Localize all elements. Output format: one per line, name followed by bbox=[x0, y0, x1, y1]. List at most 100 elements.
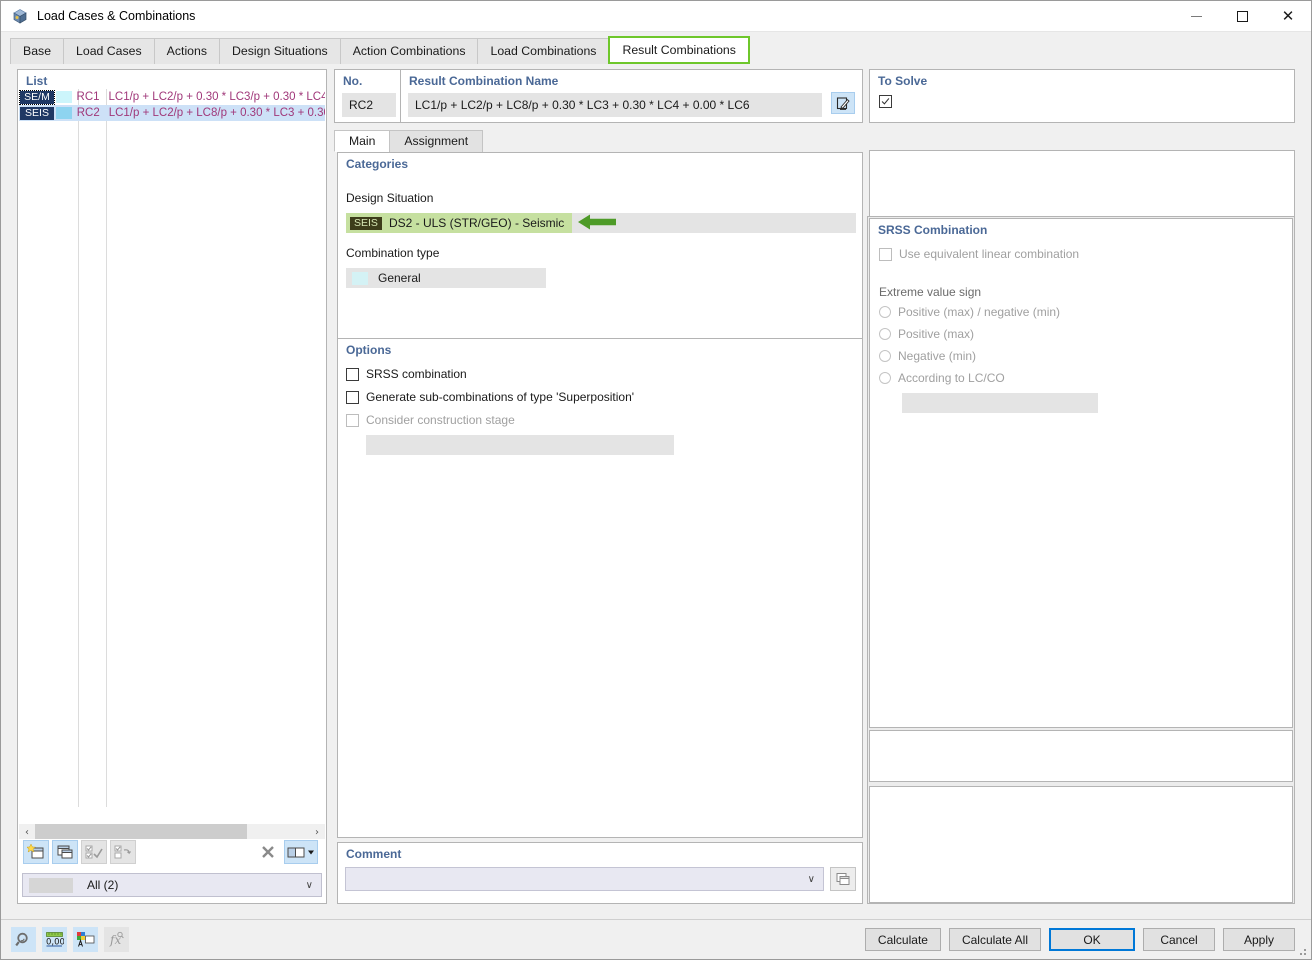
srss-combination-option[interactable]: SRSS combination bbox=[346, 367, 467, 381]
row-formula: LC1/p + LC2/p + 0.30 * LC3/p + 0.30 * LC… bbox=[108, 91, 325, 103]
minimize-button[interactable] bbox=[1173, 1, 1219, 32]
window-title: Load Cases & Combinations bbox=[37, 9, 196, 23]
chevron-down-icon[interactable]: ∨ bbox=[306, 880, 313, 891]
number-value: RC2 bbox=[342, 93, 396, 117]
extreme-value-positive-negative-label: Positive (max) / negative (min) bbox=[898, 305, 1061, 319]
tab-load-combinations[interactable]: Load Combinations bbox=[477, 38, 610, 64]
result-combination-name-legend: Result Combination Name bbox=[409, 74, 559, 88]
use-equivalent-linear-combination-checkbox bbox=[879, 247, 892, 261]
design-situation-field[interactable]: SEIS DS2 - ULS (STR/GEO) - Seismic bbox=[346, 213, 856, 233]
list-filter-dropdown[interactable]: All (2) ∨ bbox=[22, 873, 322, 897]
detail-tab-strip: Main Assignment bbox=[334, 130, 863, 152]
options-legend: Options bbox=[346, 343, 392, 357]
number-panel: No. RC2 bbox=[334, 69, 404, 123]
calculate-button[interactable]: Calculate bbox=[864, 928, 941, 951]
copy-combination-button[interactable] bbox=[52, 840, 78, 864]
list-horizontal-scrollbar[interactable]: ‹ › bbox=[19, 824, 325, 840]
new-combination-button[interactable] bbox=[23, 840, 49, 864]
pointer-arrow-icon bbox=[578, 213, 618, 234]
table-row[interactable]: SEIS RC2 LC1/p + LC2/p + LC8/p + 0.30 * … bbox=[19, 105, 325, 121]
extreme-value-according-lcco-option: According to LC/CO bbox=[879, 371, 1005, 385]
to-solve-checkbox[interactable] bbox=[879, 95, 892, 108]
srss-combination-label: SRSS combination bbox=[366, 367, 467, 381]
srss-combination-checkbox[interactable] bbox=[346, 367, 359, 381]
list-legend: List bbox=[26, 74, 48, 88]
delete-button[interactable] bbox=[255, 840, 281, 864]
app-cube-icon bbox=[11, 7, 29, 25]
chevron-down-icon[interactable]: ∨ bbox=[808, 874, 815, 885]
scrollbar-track[interactable] bbox=[35, 824, 309, 840]
combination-type-field[interactable]: General bbox=[346, 268, 546, 288]
tab-main[interactable]: Main bbox=[334, 130, 391, 152]
formula-fx-icon: fx bbox=[104, 927, 129, 952]
result-combination-name-input[interactable]: LC1/p + LC2/p + LC8/p + 0.30 * LC3 + 0.3… bbox=[408, 93, 822, 117]
according-lcco-field bbox=[902, 393, 1098, 413]
extreme-value-sign-label: Extreme value sign bbox=[879, 285, 982, 299]
use-equivalent-linear-combination-option: Use equivalent linear combination bbox=[879, 247, 1079, 261]
units-decimal-icon[interactable]: 0,00 bbox=[42, 927, 67, 952]
resize-grip[interactable] bbox=[1296, 945, 1308, 957]
apply-button[interactable]: Apply bbox=[1223, 928, 1295, 951]
combination-type-value: General bbox=[378, 271, 421, 285]
select-all-button bbox=[81, 840, 107, 864]
tab-action-combinations[interactable]: Action Combinations bbox=[339, 38, 479, 64]
combination-type-label: Combination type bbox=[346, 246, 440, 260]
tab-base[interactable]: Base bbox=[10, 38, 65, 64]
tab-assignment[interactable]: Assignment bbox=[389, 130, 484, 152]
comment-copy-button[interactable] bbox=[830, 867, 856, 891]
extreme-value-positive-radio bbox=[879, 328, 891, 340]
row-number: RC2 bbox=[76, 107, 100, 119]
bottom-bar: 0,00 fx Calculate Calculate All OK Cance… bbox=[1, 919, 1311, 959]
generate-subcombinations-checkbox[interactable] bbox=[346, 390, 359, 404]
extreme-value-positive-option: Positive (max) bbox=[879, 327, 974, 341]
bottom-icon-group: 0,00 fx bbox=[11, 927, 129, 952]
to-solve-panel: To Solve bbox=[869, 69, 1295, 123]
edit-name-button[interactable] bbox=[831, 92, 855, 114]
maximize-button[interactable] bbox=[1219, 1, 1265, 32]
consider-construction-stage-option: Consider construction stage bbox=[346, 413, 515, 427]
generate-subcombinations-option[interactable]: Generate sub-combinations of type 'Super… bbox=[346, 390, 634, 404]
row-number: RC1 bbox=[76, 91, 100, 103]
combinations-grid[interactable]: SE/M RC1 LC1/p + LC2/p + 0.30 * LC3/p + … bbox=[19, 89, 325, 807]
design-situation-badge: SEIS bbox=[350, 216, 382, 230]
extreme-value-positive-negative-radio bbox=[879, 306, 891, 318]
extreme-value-according-lcco-label: According to LC/CO bbox=[898, 371, 1005, 385]
ok-button[interactable]: OK bbox=[1049, 928, 1135, 951]
consider-construction-stage-checkbox bbox=[346, 413, 359, 427]
design-situation-badge: SEIS bbox=[20, 106, 54, 120]
close-button[interactable]: ✕ bbox=[1265, 1, 1311, 32]
options-panel: Options SRSS combination Generate sub-co… bbox=[337, 338, 863, 838]
extreme-value-positive-negative-option: Positive (max) / negative (min) bbox=[879, 305, 1060, 319]
extreme-value-negative-label: Negative (min) bbox=[898, 349, 977, 363]
tab-load-cases[interactable]: Load Cases bbox=[63, 38, 155, 64]
combination-type-swatch bbox=[352, 271, 368, 285]
calculate-all-button[interactable]: Calculate All bbox=[948, 928, 1041, 951]
scroll-left-icon[interactable]: ‹ bbox=[19, 824, 35, 840]
design-situation-value: DS2 - ULS (STR/GEO) - Seismic bbox=[388, 216, 565, 230]
extreme-value-negative-radio bbox=[879, 350, 891, 362]
number-legend: No. bbox=[343, 74, 363, 88]
srss-outer-frame: SRSS Combination Use equivalent linear c… bbox=[867, 216, 1295, 904]
comment-input[interactable]: ∨ bbox=[345, 867, 824, 891]
cancel-button[interactable]: Cancel bbox=[1143, 928, 1215, 951]
extreme-value-according-lcco-radio bbox=[879, 372, 891, 384]
extreme-value-negative-option: Negative (min) bbox=[879, 349, 976, 363]
scroll-right-icon[interactable]: › bbox=[309, 824, 325, 840]
view-layout-button[interactable] bbox=[284, 840, 318, 864]
result-combination-name-panel: Result Combination Name LC1/p + LC2/p + … bbox=[400, 69, 863, 123]
tab-actions[interactable]: Actions bbox=[153, 38, 220, 64]
row-color-swatch bbox=[56, 91, 72, 103]
grid-column-separator-2 bbox=[106, 89, 107, 807]
table-row[interactable]: SE/M RC1 LC1/p + LC2/p + 0.30 * LC3/p + … bbox=[19, 89, 325, 105]
magnifier-icon[interactable] bbox=[11, 927, 36, 952]
tab-design-situations[interactable]: Design Situations bbox=[219, 38, 341, 64]
dialog-button-group: Calculate Calculate All OK Cancel Apply bbox=[864, 928, 1295, 951]
list-panel: List SE/M RC1 LC1/p + LC2/p + 0.30 * LC3… bbox=[17, 69, 327, 904]
colors-display-icon[interactable] bbox=[73, 927, 98, 952]
filter-color-swatch bbox=[29, 877, 73, 893]
scrollbar-thumb[interactable] bbox=[35, 824, 247, 840]
row-badge-cell: SE/M bbox=[19, 89, 77, 105]
svg-text:fx: fx bbox=[109, 933, 121, 947]
tab-result-combinations[interactable]: Result Combinations bbox=[608, 36, 750, 64]
design-situation-highlight: SEIS DS2 - ULS (STR/GEO) - Seismic bbox=[346, 213, 573, 233]
